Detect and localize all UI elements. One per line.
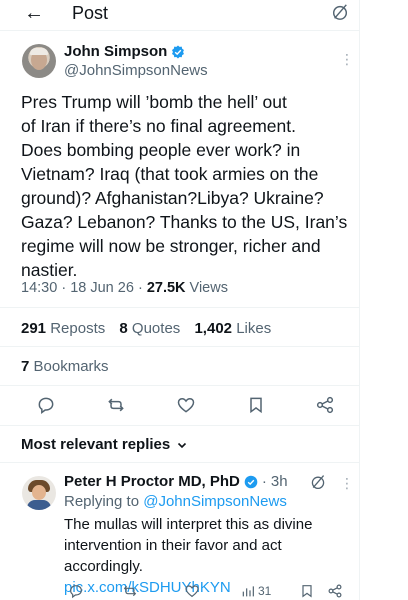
divider xyxy=(0,425,360,426)
more-icon[interactable]: ⋮ xyxy=(340,52,354,66)
replying-to: Replying to @JohnSimpsonNews xyxy=(64,493,287,511)
reply-avatar-body xyxy=(27,500,51,510)
replying-handle-link[interactable]: @JohnSimpsonNews xyxy=(143,493,287,510)
reply-icon xyxy=(70,585,82,599)
tweet-date[interactable]: 18 Jun 26 xyxy=(70,280,134,296)
tweet-text-line: Vietnam? Iraq (that took armies on the xyxy=(21,164,319,184)
page-title: Post xyxy=(72,3,109,23)
tweet-text: Pres Trump will ’bomb the hell’ out of I… xyxy=(21,90,357,282)
reply-author-name[interactable]: Peter H Proctor MD, PhD xyxy=(64,473,240,491)
replying-prefix: Replying to xyxy=(64,493,140,510)
grok-icon[interactable] xyxy=(331,3,349,21)
tweet-meta: 14:30 · 18 Jun 26 · 27.5K Views xyxy=(21,279,228,297)
views-count: 27.5K xyxy=(146,280,186,296)
tweet-text-line: of Iran if there’s no final agreement. xyxy=(21,116,296,136)
bookmark-icon xyxy=(302,585,312,598)
reply-separator: · xyxy=(261,473,267,490)
reply-text-line: The mullas will interpret this as divine xyxy=(64,516,313,533)
reply-bookmark-button[interactable] xyxy=(299,582,315,600)
divider xyxy=(0,462,360,463)
meta-separator: · xyxy=(137,280,143,296)
repost-icon[interactable] xyxy=(106,395,128,417)
avatar[interactable] xyxy=(22,44,56,78)
like-icon xyxy=(185,585,199,598)
reply-views-button[interactable]: 31 xyxy=(240,582,271,600)
repost-icon xyxy=(123,585,137,597)
grok-icon[interactable] xyxy=(310,474,326,490)
reply-icon[interactable] xyxy=(36,395,58,417)
more-icon[interactable]: ⋮ xyxy=(340,476,354,490)
reposts-label: Reposts xyxy=(50,320,106,337)
reply-views-count: 31 xyxy=(258,584,272,598)
author-name[interactable]: John Simpson xyxy=(64,43,167,61)
tweet-time[interactable]: 14:30 xyxy=(21,280,57,296)
verified-badge-icon xyxy=(244,475,258,489)
divider xyxy=(0,385,360,386)
reply-like-button[interactable] xyxy=(184,582,200,600)
reply-text-line: intervention in their favor and act xyxy=(64,537,282,554)
quotes-count: 8 xyxy=(119,320,128,337)
replies-sort-dropdown[interactable]: Most relevant replies xyxy=(21,436,188,454)
reply-repost-button[interactable] xyxy=(122,582,138,600)
tweet-text-line: Gaza? Lebanon? Thanks to the US, Iran’s xyxy=(21,212,348,232)
quotes-label: Quotes xyxy=(131,320,181,337)
share-icon[interactable] xyxy=(315,395,337,417)
reposts-stat[interactable]: 291 Reposts xyxy=(21,320,105,337)
author-handle[interactable]: @JohnSimpsonNews xyxy=(64,62,208,80)
chevron-down-icon xyxy=(178,442,187,449)
reply-header: Peter H Proctor MD, PhD · 3h xyxy=(64,473,288,491)
reply-share-button[interactable] xyxy=(327,582,343,600)
tweet-text-line: Pres Trump will ’bomb the hell’ out xyxy=(21,92,287,112)
post-detail-view: ← Post John Simpson @JohnSimpsonNews ⋮ P… xyxy=(0,0,360,600)
likes-count: 1,402 xyxy=(194,320,233,337)
divider xyxy=(0,346,360,347)
likes-stat[interactable]: 1,402 Likes xyxy=(194,320,271,337)
meta-separator: · xyxy=(61,280,67,296)
tweet-text-line: regime will now be stronger, richer and xyxy=(21,236,321,256)
tweet-text-line: Does bombing people ever work? in xyxy=(21,140,301,160)
share-icon xyxy=(328,584,342,598)
reply-avatar[interactable] xyxy=(22,476,56,510)
reply-reply-button[interactable] xyxy=(68,582,84,600)
avatar-hair xyxy=(30,48,48,55)
reply-time[interactable]: 3h xyxy=(271,473,288,491)
engagement-stats: 291 Reposts 8 Quotes 1,402 Likes xyxy=(21,320,271,338)
bookmarks-count: 7 xyxy=(21,358,30,375)
bookmark-icon[interactable] xyxy=(246,395,268,417)
reply-avatar-face xyxy=(32,485,46,500)
quotes-stat[interactable]: 8 Quotes xyxy=(119,320,180,337)
divider xyxy=(0,307,360,308)
views-label: Views xyxy=(189,280,228,296)
reply-text-fragment: accordingly. xyxy=(64,558,143,575)
author-name-row[interactable]: John Simpson xyxy=(64,43,185,61)
likes-label: Likes xyxy=(236,320,272,337)
bookmarks-stat[interactable]: 7 Bookmarks xyxy=(21,358,109,376)
verified-badge-icon xyxy=(172,45,185,59)
top-bar: ← Post xyxy=(0,0,360,30)
tweet-text-line: ground)? Afghanistan?Libya? Ukraine? xyxy=(21,188,324,208)
bookmarks-label: Bookmarks xyxy=(33,358,109,375)
reposts-count: 291 xyxy=(21,320,47,337)
replies-sort-label: Most relevant replies xyxy=(21,436,171,453)
arrow-left-icon[interactable]: ← xyxy=(24,2,44,24)
views-icon xyxy=(242,586,254,597)
header-divider xyxy=(0,30,360,31)
like-icon[interactable] xyxy=(176,395,198,417)
